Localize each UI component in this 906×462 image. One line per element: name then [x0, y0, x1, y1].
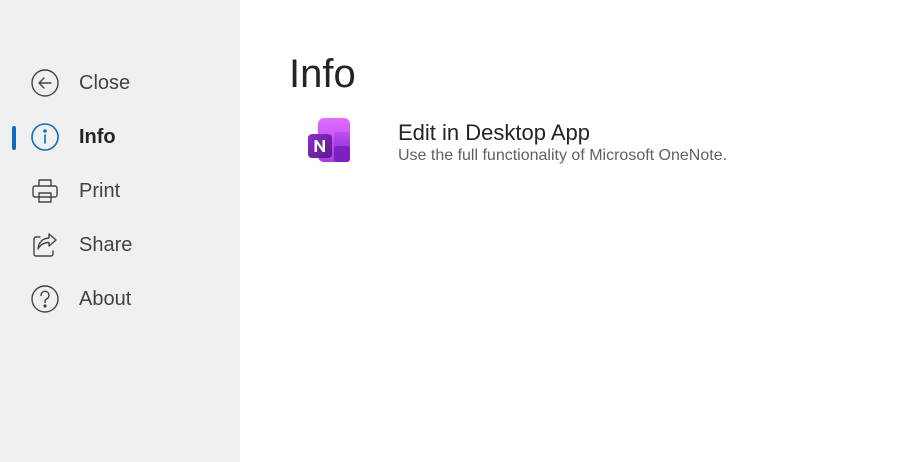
printer-icon	[30, 176, 60, 206]
sidebar-item-print[interactable]: Print	[0, 168, 240, 212]
sidebar-item-label: Close	[79, 72, 131, 94]
action-title: Edit in Desktop App	[398, 120, 591, 145]
active-indicator	[12, 126, 16, 150]
sidebar-item-info[interactable]: Info	[0, 114, 240, 158]
sidebar-item-label: About	[79, 288, 132, 310]
edit-in-desktop-app-button[interactable]: Edit in Desktop App Use the full functio…	[300, 112, 860, 172]
share-icon	[30, 230, 60, 260]
sidebar-item-about[interactable]: About	[0, 276, 240, 320]
sidebar-item-label: Print	[79, 180, 121, 202]
main-content: Info Edit in Desktop App Use the full fu…	[240, 0, 906, 462]
sidebar-item-label: Info	[79, 126, 116, 148]
help-icon	[30, 284, 60, 314]
info-icon	[30, 122, 60, 152]
sidebar: Close Info Print Share About	[0, 0, 240, 462]
sidebar-item-share[interactable]: Share	[0, 222, 240, 266]
action-description: Use the full functionality of Microsoft …	[398, 147, 728, 164]
onenote-app-icon	[306, 116, 352, 164]
page-title: Info	[289, 52, 356, 96]
back-arrow-icon	[30, 68, 60, 98]
sidebar-item-close[interactable]: Close	[0, 60, 240, 104]
sidebar-item-label: Share	[79, 234, 133, 256]
